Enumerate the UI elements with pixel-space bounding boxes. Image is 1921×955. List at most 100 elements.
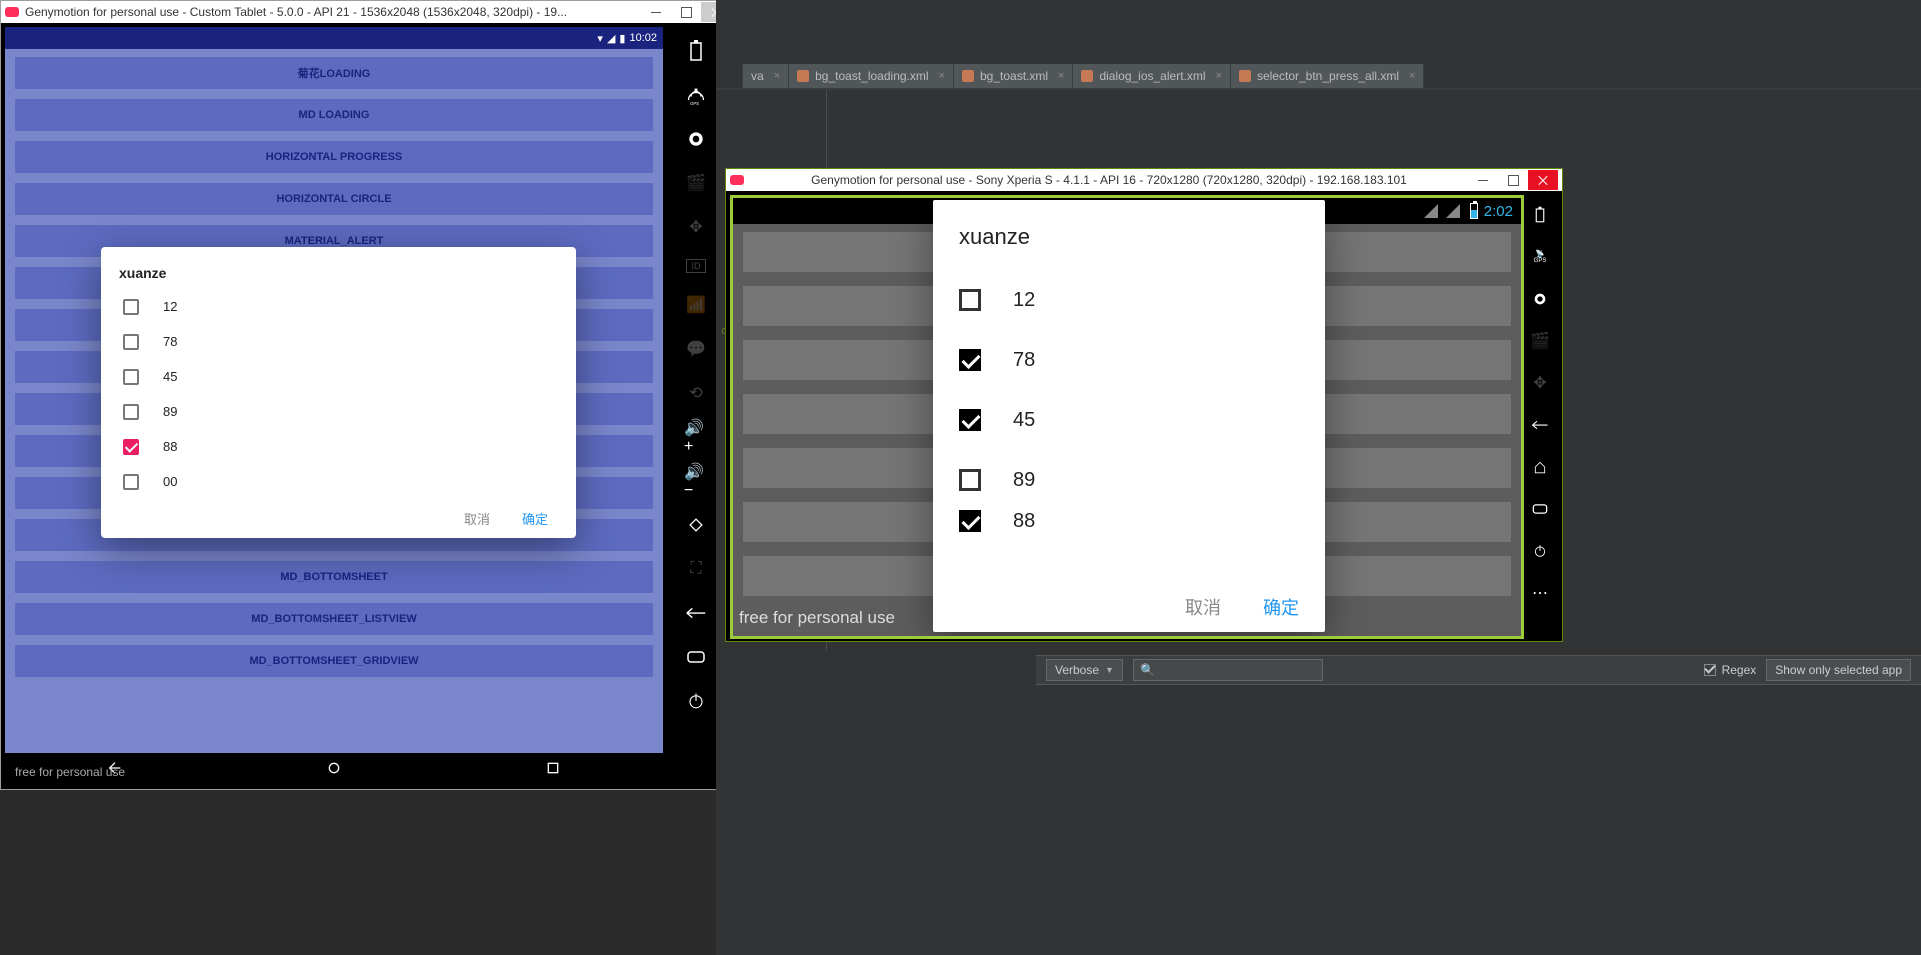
minimize-button[interactable] bbox=[1468, 170, 1498, 190]
checkbox-row[interactable]: 89 bbox=[119, 394, 558, 429]
rss-icon[interactable]: 📶 bbox=[684, 293, 708, 317]
checkbox-icon[interactable] bbox=[123, 474, 139, 490]
checkbox-row[interactable]: 45 bbox=[959, 390, 1299, 450]
close-icon[interactable]: × bbox=[939, 70, 945, 82]
clapper-icon[interactable]: 🎬 bbox=[684, 171, 708, 195]
demo-button[interactable]: MD_BOTTOMSHEET_LISTVIEW bbox=[15, 603, 653, 635]
checkbox-row[interactable]: 78 bbox=[119, 324, 558, 359]
checkbox-icon[interactable] bbox=[123, 369, 139, 385]
log-search-input[interactable]: 🔍 bbox=[1133, 659, 1323, 681]
back-icon[interactable] bbox=[684, 601, 708, 625]
nav-recent[interactable] bbox=[543, 758, 563, 778]
status-time: 10:02 bbox=[629, 32, 657, 44]
xml-icon bbox=[1081, 70, 1093, 82]
regex-checkbox[interactable]: Regex bbox=[1704, 663, 1757, 677]
wifi-icon: ▾ bbox=[597, 32, 603, 45]
editor-tab[interactable]: dialog_ios_alert.xml× bbox=[1073, 64, 1231, 88]
tab-label: bg_toast_loading.xml bbox=[815, 69, 928, 83]
volume-down-icon[interactable]: 🔊− bbox=[684, 469, 708, 493]
checkbox-label: 12 bbox=[163, 299, 177, 314]
checkbox-icon[interactable] bbox=[123, 404, 139, 420]
svg-text:GPS: GPS bbox=[690, 101, 699, 105]
log-level-select[interactable]: Verbose▼ bbox=[1046, 659, 1123, 681]
close-button[interactable] bbox=[1528, 170, 1558, 190]
maximize-button[interactable] bbox=[1498, 170, 1528, 190]
move-icon[interactable]: ✥ bbox=[1528, 371, 1552, 395]
editor-tab[interactable]: bg_toast_loading.xml × bbox=[789, 64, 954, 88]
id-icon[interactable]: ID bbox=[686, 259, 706, 273]
close-icon[interactable]: × bbox=[1409, 70, 1415, 82]
checkbox-icon[interactable] bbox=[959, 349, 981, 371]
xml-icon bbox=[962, 70, 974, 82]
close-icon[interactable]: × bbox=[774, 70, 780, 82]
close-icon[interactable]: × bbox=[1058, 70, 1064, 82]
window-title-right: Genymotion for personal use - Sony Xperi… bbox=[750, 173, 1468, 187]
volume-up-icon[interactable]: 🔊+ bbox=[684, 425, 708, 449]
battery-icon[interactable] bbox=[1528, 203, 1552, 227]
fullscreen-icon[interactable]: ⛶ bbox=[684, 557, 708, 581]
dialog-ok-button[interactable]: 确定 bbox=[522, 509, 548, 528]
camera-icon[interactable] bbox=[1528, 287, 1552, 311]
gps-icon[interactable]: 📡GPS bbox=[1528, 245, 1552, 269]
checkbox-row[interactable]: 12 bbox=[959, 270, 1299, 330]
checkbox-row[interactable]: 78 bbox=[959, 330, 1299, 390]
maximize-button[interactable] bbox=[671, 2, 701, 22]
dialog-cancel-button[interactable]: 取消 bbox=[464, 509, 490, 528]
editor-tab[interactable]: va × bbox=[742, 64, 789, 88]
demo-button[interactable]: HORIZONTAL CIRCLE bbox=[15, 183, 653, 215]
checkbox-row[interactable]: 88 bbox=[959, 510, 1299, 540]
home-icon[interactable] bbox=[1528, 455, 1552, 479]
checkbox-icon[interactable] bbox=[959, 289, 981, 311]
checkbox-icon[interactable] bbox=[959, 469, 981, 491]
move-icon[interactable]: ✥ bbox=[684, 215, 708, 239]
dialog-ok-button[interactable]: 确定 bbox=[1263, 594, 1299, 620]
search-icon: 🔍 bbox=[1140, 663, 1155, 677]
clapper-icon[interactable]: 🎬 bbox=[1528, 329, 1552, 353]
dialog-cancel-button[interactable]: 取消 bbox=[1185, 594, 1221, 620]
checkbox-label: 89 bbox=[1013, 469, 1035, 492]
checkbox-icon[interactable] bbox=[123, 299, 139, 315]
nav-home[interactable] bbox=[324, 758, 344, 778]
gps-icon[interactable]: GPS bbox=[684, 83, 708, 107]
minimize-button[interactable] bbox=[641, 2, 671, 22]
checkbox-row[interactable]: 45 bbox=[119, 359, 558, 394]
checkbox-icon[interactable] bbox=[959, 510, 981, 532]
recent-icon[interactable] bbox=[684, 645, 708, 669]
power-icon[interactable] bbox=[1528, 539, 1552, 563]
titlebar-left[interactable]: Genymotion for personal use - Custom Tab… bbox=[1, 1, 735, 23]
log-level-label: Verbose bbox=[1055, 663, 1099, 677]
checkbox-icon[interactable] bbox=[123, 334, 139, 350]
checkbox-row[interactable]: 89 bbox=[959, 450, 1299, 510]
recent-icon[interactable] bbox=[1528, 497, 1552, 521]
share-icon[interactable]: ⟲ bbox=[684, 381, 708, 405]
checkbox-label: 00 bbox=[163, 474, 177, 489]
power-icon[interactable] bbox=[684, 689, 708, 713]
sms-icon[interactable]: 💬 bbox=[684, 337, 708, 361]
checkbox-row[interactable]: 12 bbox=[119, 289, 558, 324]
filter-select[interactable]: Show only selected app bbox=[1766, 659, 1911, 681]
editor-tab[interactable]: selector_btn_press_all.xml× bbox=[1231, 64, 1425, 88]
checkbox-label: 45 bbox=[1013, 409, 1035, 432]
checkbox-icon[interactable] bbox=[959, 409, 981, 431]
checkbox-row[interactable]: 00 bbox=[119, 464, 558, 499]
titlebar-right[interactable]: Genymotion for personal use - Sony Xperi… bbox=[726, 169, 1562, 191]
demo-button[interactable]: MD_BOTTOMSHEET bbox=[15, 561, 653, 593]
back-icon[interactable] bbox=[1528, 413, 1552, 437]
demo-button[interactable]: MD LOADING bbox=[15, 99, 653, 131]
demo-button[interactable]: MD_BOTTOMSHEET_GRIDVIEW bbox=[15, 645, 653, 677]
checkbox-icon[interactable] bbox=[123, 439, 139, 455]
device-screen-right: 2:02 free for personal use xuanze 12 78 … bbox=[730, 195, 1524, 639]
battery-icon[interactable] bbox=[684, 39, 708, 63]
more-icon[interactable]: ⋯ bbox=[1528, 581, 1552, 605]
checkbox-icon bbox=[1704, 664, 1716, 676]
rotate-icon[interactable] bbox=[684, 513, 708, 537]
wifi-icon bbox=[1424, 204, 1438, 218]
genymotion-sidebar-right: 📡GPS 🎬 ✥ ⋯ bbox=[1524, 191, 1556, 641]
close-icon[interactable]: × bbox=[1216, 70, 1222, 82]
checkbox-row[interactable]: 88 bbox=[119, 429, 558, 464]
demo-button[interactable]: HORIZONTAL PROGRESS bbox=[15, 141, 653, 173]
editor-tab[interactable]: bg_toast.xml× bbox=[954, 64, 1073, 88]
demo-button[interactable]: 菊花LOADING bbox=[15, 57, 653, 89]
checkbox-label: 88 bbox=[163, 439, 177, 454]
camera-icon[interactable] bbox=[684, 127, 708, 151]
